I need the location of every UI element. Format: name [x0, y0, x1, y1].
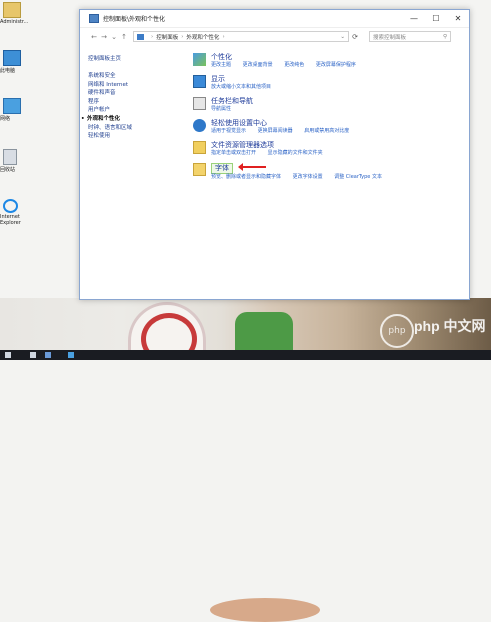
minimize-button[interactable]: — — [403, 10, 425, 27]
ease-of-access-icon — [193, 119, 206, 132]
category-link[interactable]: 更换屏幕阅读器 — [258, 128, 293, 134]
sidebar: 控制面板主页 系统和安全 网络和 Internet 硬件和声音 程序 用户帐户 … — [81, 54, 178, 140]
category-link[interactable]: 启用或禁用高对比度 — [304, 128, 349, 134]
category-folder-options: 文件资源管理器选项 指定单击或双击打开 显示隐藏的文件和文件夹 — [193, 141, 461, 157]
category-link[interactable]: 显示隐藏的文件和文件夹 — [268, 150, 323, 156]
control-panel-taskbar-icon[interactable] — [68, 352, 74, 358]
category-link[interactable]: 调整 ClearType 文本 — [334, 174, 382, 180]
taskbar-app-icon[interactable] — [45, 352, 51, 358]
category-fonts: 字体 预览、删除或者显示和隐藏字体 更改字体设置 调整 ClearType 文本 — [193, 163, 461, 181]
photo-person — [210, 598, 320, 622]
control-panel-icon — [89, 14, 99, 23]
desktop-icon-label: 此电脑 — [0, 68, 16, 74]
taskbar — [0, 350, 491, 360]
category-link[interactable]: 导航属性 — [211, 106, 231, 112]
network-icon — [3, 98, 21, 114]
category-title[interactable]: 轻松使用设置中心 — [211, 119, 461, 128]
category-taskbar: 任务栏和导航 导航属性 — [193, 97, 461, 113]
search-icon: ⚲ — [442, 33, 447, 40]
desktop-icon-label: 回收站 — [0, 167, 16, 173]
window-title: 控制面板\外观和个性化 — [103, 16, 166, 23]
category-link[interactable]: 指定单击或双击打开 — [211, 150, 256, 156]
desktop-icon-label: 网络 — [0, 116, 11, 122]
category-personalization: 个性化 更改主题 更改桌面背景 更改纯色 更改屏幕保护程序 — [193, 53, 461, 69]
search-input[interactable]: 搜索控制面板 ⚲ — [369, 31, 451, 42]
desktop-icon-computer[interactable]: 此电脑 — [0, 50, 28, 74]
up-button[interactable]: ↑ — [119, 33, 129, 41]
history-dropdown-button[interactable]: ⌄ — [109, 33, 119, 41]
category-list: 个性化 更改主题 更改桌面背景 更改纯色 更改屏幕保护程序 显示 放大或缩小文本… — [193, 53, 461, 187]
back-button[interactable]: ← — [89, 33, 99, 41]
photo-shirt — [235, 312, 293, 350]
start-icon[interactable] — [5, 352, 11, 358]
taskbar-icon — [193, 97, 206, 110]
desktop-icon-network[interactable]: 网络 — [0, 98, 28, 122]
sidebar-item-label: 外观和个性化 — [87, 115, 121, 122]
sidebar-item-hardware[interactable]: 硬件和声音 — [88, 88, 178, 97]
desktop-icon-ie[interactable]: Internet Explorer — [0, 199, 28, 226]
sep-icon: › — [181, 33, 184, 40]
display-icon — [193, 75, 206, 88]
folder-options-icon — [193, 141, 206, 154]
red-arrow-annotation-icon — [238, 163, 266, 171]
title-bar: 控制面板\外观和个性化 — ☐ ✕ — [80, 10, 469, 28]
watermark-text: php 中文网 — [414, 318, 486, 334]
category-link[interactable]: 更改字体设置 — [293, 174, 323, 180]
watermark-badge: php — [380, 314, 414, 348]
recycle-bin-icon — [3, 149, 17, 165]
forward-button[interactable]: → — [99, 33, 109, 41]
desktop-icon-admin[interactable]: Administr... — [0, 2, 28, 25]
user-folder-icon — [3, 2, 21, 18]
sidebar-item-programs[interactable]: 程序 — [88, 97, 178, 106]
address-bar[interactable]: › 控制面板 › 外观和个性化 › ⌄ — [133, 31, 349, 42]
sidebar-item-ease[interactable]: 轻松使用 — [88, 131, 178, 140]
sidebar-home-link[interactable]: 控制面板主页 — [88, 54, 178, 62]
category-title[interactable]: 个性化 — [211, 53, 461, 62]
category-display: 显示 放大或缩小文本和其他项目 — [193, 75, 461, 91]
control-panel-icon — [137, 33, 144, 40]
sidebar-item-system[interactable]: 系统和安全 — [88, 71, 178, 80]
category-link[interactable]: 更改纯色 — [284, 62, 304, 68]
category-title[interactable]: 任务栏和导航 — [211, 97, 461, 106]
sidebar-item-users[interactable]: 用户帐户 — [88, 105, 178, 114]
desktop-icon-label: Administr... — [0, 19, 29, 25]
sep-icon: › — [222, 33, 225, 40]
sidebar-item-appearance[interactable]: • 外观和个性化 — [81, 114, 178, 123]
category-ease-of-access: 轻松使用设置中心 适用于视觉显示 更换屏幕阅读器 启用或禁用高对比度 — [193, 119, 461, 135]
fonts-icon — [193, 163, 206, 176]
address-bar-row: ← → ⌄ ↑ › 控制面板 › 外观和个性化 › ⌄ ⟳ 搜索控制面板 ⚲ — [80, 28, 469, 45]
sidebar-item-network[interactable]: 网络和 Internet — [88, 80, 178, 89]
refresh-button[interactable]: ⟳ — [349, 33, 361, 41]
personalization-icon — [193, 53, 206, 66]
chevron-down-icon[interactable]: ⌄ — [340, 34, 345, 40]
desktop-icon-label: Internet Explorer — [0, 214, 21, 226]
category-title[interactable]: 显示 — [211, 75, 461, 84]
fonts-title-link[interactable]: 字体 — [211, 163, 233, 174]
maximize-button[interactable]: ☐ — [425, 10, 447, 27]
sep-icon: › — [151, 33, 154, 40]
control-panel-window: 控制面板\外观和个性化 — ☐ ✕ ← → ⌄ ↑ › 控制面板 › 外观和个性… — [79, 9, 470, 300]
category-link[interactable]: 放大或缩小文本和其他项目 — [211, 84, 271, 90]
category-link[interactable]: 适用于视觉显示 — [211, 128, 246, 134]
category-title[interactable]: 文件资源管理器选项 — [211, 141, 461, 150]
ie-icon — [3, 199, 18, 213]
sidebar-item-clock[interactable]: 时钟、语言和区域 — [88, 123, 178, 132]
desktop-icon-recycle[interactable]: 回收站 — [0, 149, 28, 173]
breadcrumb-control-panel[interactable]: 控制面板 — [156, 33, 178, 41]
category-link[interactable]: 预览、删除或者显示和隐藏字体 — [211, 174, 281, 180]
category-link[interactable]: 更改屏幕保护程序 — [316, 62, 356, 68]
computer-icon — [3, 50, 21, 66]
search-placeholder: 搜索控制面板 — [373, 34, 407, 41]
taskview-icon[interactable] — [30, 352, 36, 358]
breadcrumb-appearance[interactable]: 外观和个性化 — [186, 33, 219, 41]
close-button[interactable]: ✕ — [447, 10, 469, 27]
category-link[interactable]: 更改主题 — [211, 62, 231, 68]
category-link[interactable]: 更改桌面背景 — [243, 62, 273, 68]
